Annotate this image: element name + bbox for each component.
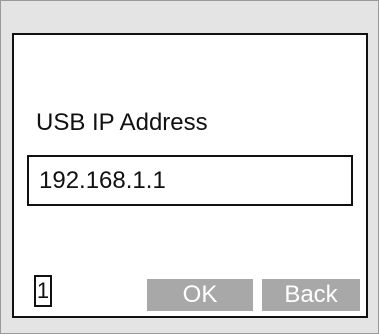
back-button[interactable]: Back xyxy=(262,279,360,311)
device-panel: USB IP Address 192.168.1.1 1 OK Back xyxy=(0,0,379,334)
page-indicator: 1 xyxy=(34,275,52,307)
usb-ip-address-label: USB IP Address xyxy=(36,109,208,136)
ip-address-field[interactable]: 192.168.1.1 xyxy=(27,155,353,206)
ip-address-value: 192.168.1.1 xyxy=(39,167,166,194)
ok-button[interactable]: OK xyxy=(147,279,253,311)
lcd-screen: USB IP Address 192.168.1.1 1 OK Back xyxy=(12,33,368,318)
